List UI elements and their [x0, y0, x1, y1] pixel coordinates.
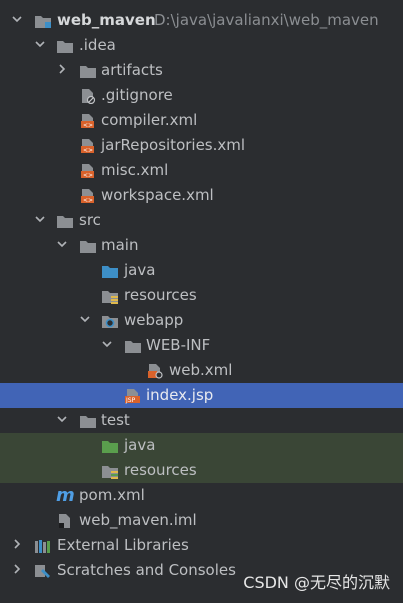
project-path: D:\java\javalianxi\web_maven: [154, 11, 379, 29]
chevron-right-icon[interactable]: [11, 558, 25, 583]
tree-row-test[interactable]: test: [0, 408, 403, 433]
file-label: index.jsp: [146, 386, 214, 404]
tree-row-test-java[interactable]: java: [0, 433, 403, 458]
file-label: .gitignore: [101, 86, 173, 104]
file-label: web_maven.iml: [79, 511, 197, 529]
folder-label: java: [124, 436, 156, 454]
folder-label: java: [124, 261, 156, 279]
chevron-down-icon[interactable]: [101, 333, 115, 358]
project-root-label: web_maven: [57, 11, 156, 29]
file-label: jarRepositories.xml: [101, 136, 246, 154]
tree-row-artifacts[interactable]: artifacts: [0, 58, 403, 83]
tree-row-pom-xml[interactable]: m pom.xml: [0, 483, 403, 508]
tree-row-web-inf[interactable]: WEB-INF: [0, 333, 403, 358]
file-label: misc.xml: [101, 161, 169, 179]
chevron-right-icon[interactable]: [11, 533, 25, 558]
file-label: compiler.xml: [101, 111, 198, 129]
folder-icon: [79, 408, 97, 433]
tree-row-iml[interactable]: web_maven.iml: [0, 508, 403, 533]
tree-row-workspace-xml[interactable]: <> workspace.xml: [0, 183, 403, 208]
watermark: CSDN @无尽的沉默: [243, 573, 390, 592]
svg-text:JSP: JSP: [125, 397, 136, 404]
folder-label: artifacts: [101, 61, 163, 79]
module-folder-icon: [34, 8, 52, 33]
chevron-down-icon[interactable]: [79, 308, 93, 333]
web-xml-file-icon: [146, 358, 164, 383]
library-icon: [34, 533, 52, 558]
xml-file-icon: <>: [79, 108, 97, 133]
web-folder-icon: [101, 308, 119, 333]
tree-row-webapp[interactable]: webapp: [0, 308, 403, 333]
tree-row-idea[interactable]: .idea: [0, 33, 403, 58]
svg-text:<>: <>: [83, 172, 93, 179]
test-source-folder-icon: [101, 433, 119, 458]
tree-label: Scratches and Consoles: [57, 561, 236, 579]
folder-label: .idea: [79, 36, 116, 54]
folder-icon: [79, 58, 97, 83]
chevron-down-icon[interactable]: [34, 208, 48, 233]
jsp-file-icon: JSP: [124, 383, 142, 408]
tree-row-src[interactable]: src: [0, 208, 403, 233]
svg-text:<>: <>: [83, 147, 93, 154]
folder-icon: [124, 333, 142, 358]
tree-row-web-xml[interactable]: web.xml: [0, 358, 403, 383]
xml-file-icon: <>: [79, 133, 97, 158]
tree-row-gitignore[interactable]: .gitignore: [0, 83, 403, 108]
tree-row-main-resources[interactable]: resources: [0, 283, 403, 308]
folder-icon: [56, 33, 74, 58]
resources-folder-icon: [101, 283, 119, 308]
scratches-icon: [34, 558, 52, 583]
folder-label: test: [101, 411, 130, 429]
folder-label: webapp: [124, 311, 184, 329]
test-resources-folder-icon: [101, 458, 119, 483]
tree-row-jar-repositories[interactable]: <> jarRepositories.xml: [0, 133, 403, 158]
chevron-down-icon[interactable]: [11, 8, 25, 33]
tree-row-main[interactable]: main: [0, 233, 403, 258]
svg-text:<>: <>: [83, 122, 93, 129]
maven-icon: m: [56, 485, 75, 506]
tree-row-test-resources[interactable]: resources: [0, 458, 403, 483]
chevron-down-icon[interactable]: [56, 233, 70, 258]
folder-label: src: [79, 211, 101, 229]
folder-icon: [79, 233, 97, 258]
tree-row-index-jsp[interactable]: JSP index.jsp: [0, 383, 403, 408]
source-folder-icon: [101, 258, 119, 283]
tree-row-main-java[interactable]: java: [0, 258, 403, 283]
tree-row-web-maven[interactable]: web_maven D:\java\javalianxi\web_maven: [0, 8, 403, 33]
iml-file-icon: [56, 508, 74, 533]
folder-label: resources: [124, 461, 197, 479]
xml-file-icon: <>: [79, 158, 97, 183]
tree-row-external-libraries[interactable]: External Libraries: [0, 533, 403, 558]
tree-label: External Libraries: [57, 536, 189, 554]
file-label: web.xml: [169, 361, 233, 379]
folder-label: resources: [124, 286, 197, 304]
xml-file-icon: <>: [79, 183, 97, 208]
tree-row-misc-xml[interactable]: <> misc.xml: [0, 158, 403, 183]
chevron-down-icon[interactable]: [34, 33, 48, 58]
file-label: workspace.xml: [101, 186, 214, 204]
folder-icon: [56, 208, 74, 233]
file-label: pom.xml: [79, 486, 145, 504]
svg-text:<>: <>: [83, 197, 93, 204]
folder-label: main: [101, 236, 139, 254]
folder-label: WEB-INF: [146, 336, 211, 354]
chevron-right-icon[interactable]: [56, 58, 70, 83]
ignore-file-icon: [79, 83, 97, 108]
chevron-down-icon[interactable]: [56, 408, 70, 433]
tree-row-compiler-xml[interactable]: <> compiler.xml: [0, 108, 403, 133]
